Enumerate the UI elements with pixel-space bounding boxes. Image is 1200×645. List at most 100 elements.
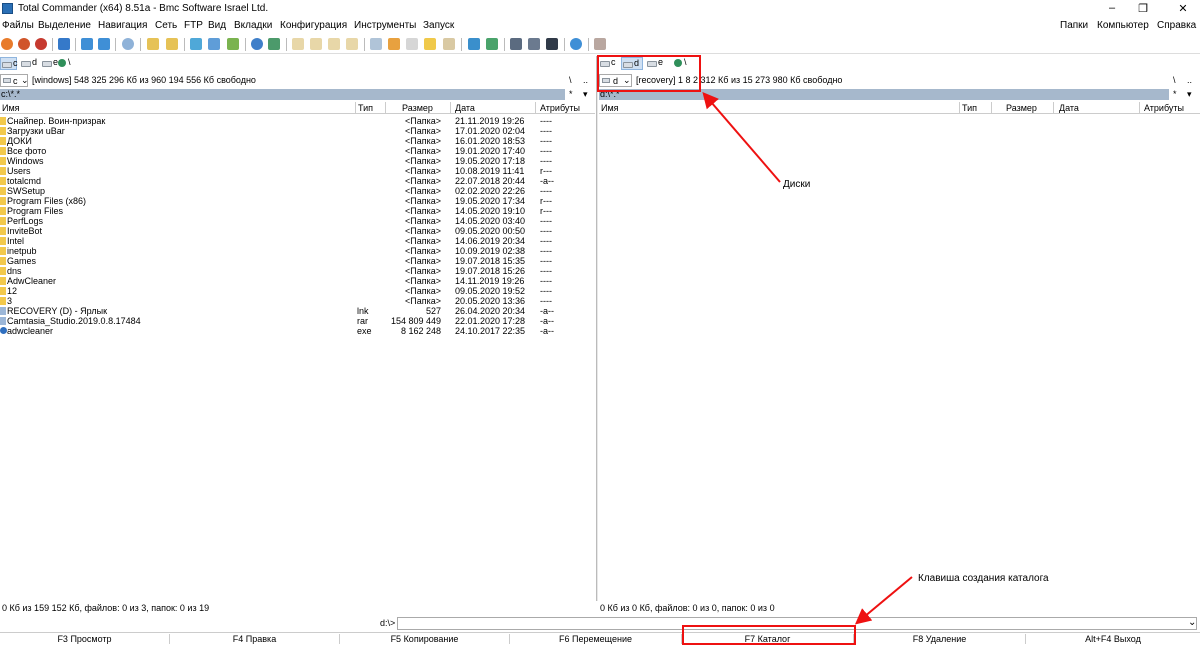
right-history-dropdown[interactable]: ▾ — [1187, 89, 1192, 100]
table-row[interactable]: Intel <Папка> 14.06.2019 20:34 ---- — [0, 236, 595, 246]
table-row[interactable]: 3 <Папка> 20.05.2020 13:36 ---- — [0, 296, 595, 306]
menu-folders[interactable]: Папки — [1060, 20, 1088, 31]
settings-gear-icon-2[interactable] — [18, 38, 30, 50]
table-row[interactable]: Загрузки uBar <Папка> 17.01.2020 02:04 ---- — [0, 126, 595, 136]
column-type[interactable]: Тип — [962, 103, 977, 113]
ftp-connect-icon[interactable] — [251, 38, 263, 50]
table-row[interactable]: AdwCleaner <Папка> 14.11.2019 19:26 ---- — [0, 276, 595, 286]
pack-icon[interactable] — [147, 38, 159, 50]
column-name[interactable]: Имя — [601, 103, 619, 113]
left-drive-combo[interactable]: c ⌄ — [0, 74, 29, 87]
right-nav-up[interactable]: .. — [1187, 75, 1192, 85]
table-row[interactable]: PerfLogs <Папка> 14.05.2020 03:40 ---- — [0, 216, 595, 226]
document-icon[interactable] — [406, 38, 418, 50]
left-drive-e[interactable]: e — [41, 57, 59, 70]
left-nav-root[interactable]: \ — [569, 75, 572, 85]
table-row[interactable]: Windows <Папка> 19.05.2020 17:18 ---- — [0, 156, 595, 166]
menu-files[interactable]: Файлы — [2, 20, 34, 31]
table-row[interactable]: Program Files (x86) <Папка> 19.05.2020 17:… — [0, 196, 595, 206]
menu-tools[interactable]: Инструменты — [354, 20, 416, 31]
copy-icon[interactable] — [328, 38, 340, 50]
file-attributes: ---- — [540, 136, 552, 146]
properties-icon[interactable] — [370, 38, 382, 50]
menu-launch[interactable]: Запуск — [423, 20, 454, 31]
settings-gear-icon[interactable] — [1, 38, 13, 50]
move-icon[interactable] — [346, 38, 358, 50]
table-row[interactable]: Games <Папка> 19.07.2018 15:35 ---- — [0, 256, 595, 266]
install-icon[interactable] — [486, 38, 498, 50]
browser-icon[interactable] — [570, 38, 582, 50]
table-row[interactable]: InviteBot <Папка> 09.05.2020 00:50 ---- — [0, 226, 595, 236]
chevron-down-icon[interactable]: ⌄ — [1188, 617, 1196, 628]
sync-icon[interactable] — [190, 38, 202, 50]
menu-navigation[interactable]: Навигация — [98, 20, 147, 31]
edit-icon[interactable] — [310, 38, 322, 50]
column-type[interactable]: Тип — [358, 103, 373, 113]
menu-tabs[interactable]: Вкладки — [234, 20, 272, 31]
menu-ftp[interactable]: FTP — [184, 20, 203, 31]
compare-icon[interactable] — [208, 38, 220, 50]
toolbar-separator — [286, 38, 287, 51]
console-icon[interactable] — [528, 38, 540, 50]
right-nav-root[interactable]: \ — [1173, 75, 1176, 85]
table-row[interactable]: Users <Папка> 10.08.2019 11:41 r--- — [0, 166, 595, 176]
column-name[interactable]: Имя — [2, 103, 20, 113]
table-row[interactable]: inetpub <Папка> 10.09.2019 02:38 ---- — [0, 246, 595, 256]
settings-gear-icon-3[interactable] — [35, 38, 47, 50]
terminal-icon[interactable] — [546, 38, 558, 50]
calendar-icon[interactable] — [227, 38, 239, 50]
menu-help[interactable]: Справка — [1157, 20, 1196, 31]
close-button[interactable]: ✕ — [1173, 2, 1193, 15]
note-icon[interactable] — [424, 38, 436, 50]
column-date[interactable]: Дата — [1059, 103, 1079, 113]
file-attributes: -a-- — [540, 176, 554, 186]
left-nav-up[interactable]: .. — [583, 75, 588, 85]
table-row[interactable]: totalcmd <Папка> 22.07.2018 20:44 -a-- — [0, 176, 595, 186]
menu-view[interactable]: Вид — [208, 20, 226, 31]
back-arrow-icon[interactable] — [81, 38, 93, 50]
share-icon[interactable] — [468, 38, 480, 50]
table-row[interactable]: Снайпер. Воин-призрак <Папка> 21.11.2019 1… — [0, 116, 595, 126]
monitor-icon[interactable] — [510, 38, 522, 50]
table-row[interactable]: adwcleaner exe 8 162 248 24.10.2017 22:35 -a… — [0, 326, 595, 336]
network-globe-icon[interactable] — [58, 59, 66, 67]
maximize-button[interactable]: ❐ — [1133, 2, 1153, 15]
table-row[interactable]: dns <Папка> 19.07.2018 15:26 ---- — [0, 266, 595, 276]
view-icon[interactable] — [292, 38, 304, 50]
column-size[interactable]: Размер — [1006, 103, 1037, 113]
unpack-icon[interactable] — [166, 38, 178, 50]
table-row[interactable]: Program Files <Папка> 14.05.2020 19:10 r--- — [0, 206, 595, 216]
menu-configuration[interactable]: Конфигурация — [280, 20, 347, 31]
table-row[interactable]: SWSetup <Папка> 02.02.2020 22:26 ---- — [0, 186, 595, 196]
menu-network[interactable]: Сеть — [155, 20, 177, 31]
right-history-star[interactable]: * — [1173, 89, 1177, 99]
brush-icon[interactable] — [594, 38, 606, 50]
table-row[interactable]: Все фото <Папка> 19.01.2020 17:40 ---- — [0, 146, 595, 156]
left-history-dropdown[interactable]: ▾ — [583, 89, 588, 100]
column-size[interactable]: Размер — [402, 103, 433, 113]
left-root-button[interactable]: \ — [68, 57, 71, 67]
column-divider — [385, 102, 386, 114]
left-info-bar: c ⌄ [windows] 548 325 296 Кб из 960 194 … — [0, 74, 595, 88]
network-icon[interactable] — [268, 38, 280, 50]
left-history-star[interactable]: * — [569, 89, 573, 99]
menu-computer[interactable]: Компьютер — [1097, 20, 1149, 31]
menu-selection[interactable]: Выделение — [38, 20, 91, 31]
column-attributes[interactable]: Атрибуты — [540, 103, 580, 113]
table-row[interactable]: ДОКИ <Папка> 16.01.2020 18:53 ---- — [0, 136, 595, 146]
panel-divider[interactable] — [596, 56, 598, 601]
left-path-bar[interactable]: c:\*.* — [0, 89, 565, 100]
forward-arrow-icon[interactable] — [98, 38, 110, 50]
table-row[interactable]: 12 <Папка> 09.05.2020 19:52 ---- — [0, 286, 595, 296]
column-attributes[interactable]: Атрибуты — [1144, 103, 1184, 113]
search-icon[interactable] — [122, 38, 134, 50]
left-drive-d[interactable]: d — [20, 57, 38, 70]
table-row[interactable]: Camtasia_Studio.2019.0.8.17484 rar 154 809… — [0, 316, 595, 326]
refresh-icon[interactable] — [58, 38, 70, 50]
filter-icon[interactable] — [388, 38, 400, 50]
table-row[interactable]: RECOVERY (D) - Ярлык lnk 527 26.04.2020 20:… — [0, 306, 595, 316]
minimize-button[interactable]: – — [1102, 2, 1122, 14]
notepad-icon[interactable] — [443, 38, 455, 50]
column-date[interactable]: Дата — [455, 103, 475, 113]
left-drive-c[interactable]: c — [0, 57, 18, 70]
